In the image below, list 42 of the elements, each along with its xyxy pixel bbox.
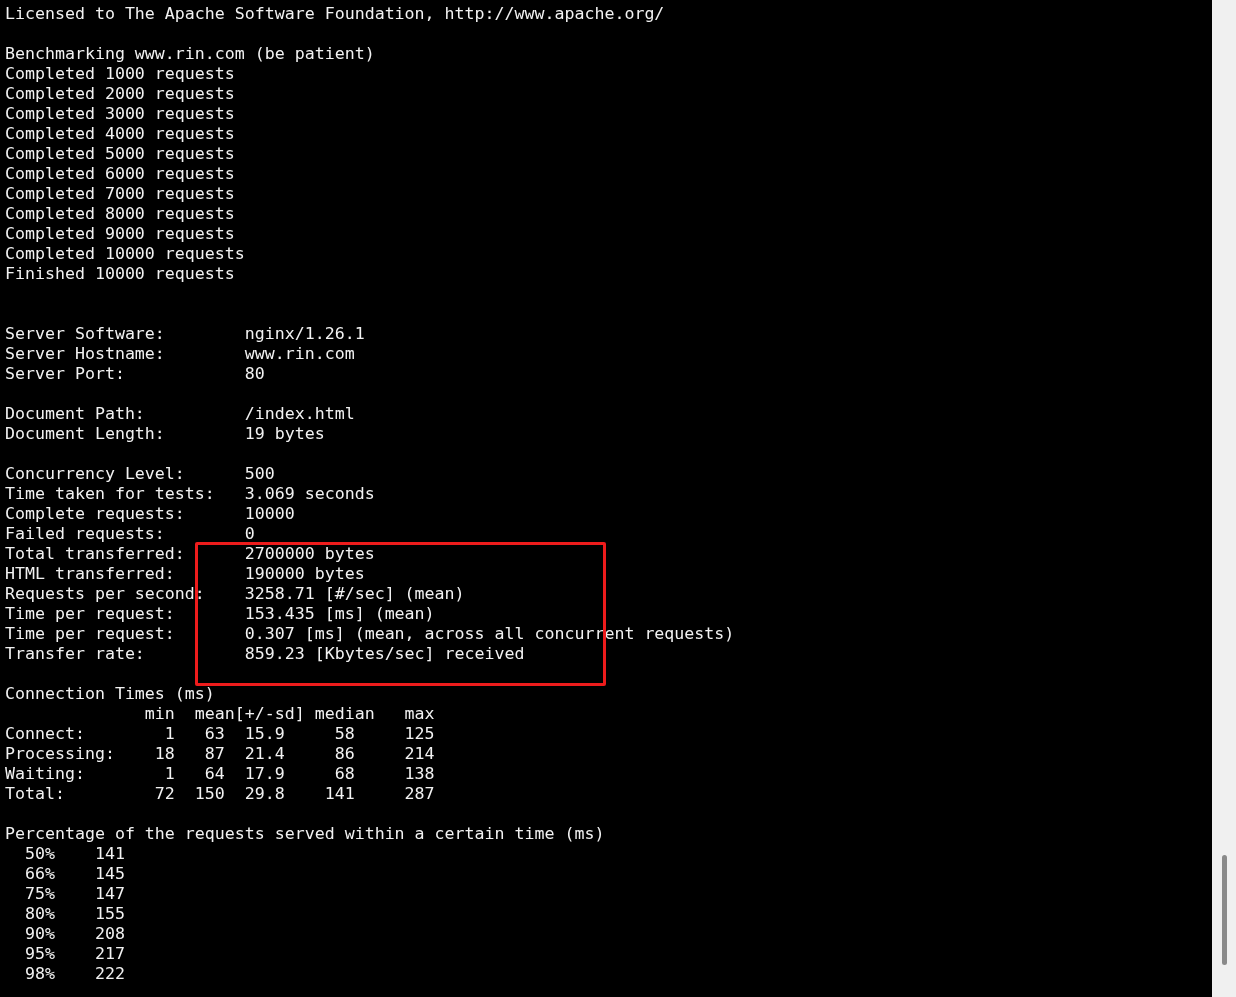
terminal-line: Document Length: 19 bytes (5, 424, 326, 444)
terminal-line: Server Hostname: www.rin.com (5, 344, 356, 364)
terminal-line: Failed requests: 0 (5, 524, 256, 544)
terminal-line: Benchmarking www.rin.com (be patient) (5, 44, 376, 64)
scrollbar[interactable] (1212, 0, 1236, 997)
terminal-line: 90% 208 (23, 924, 126, 944)
terminal-line: Completed 8000 requests (5, 204, 236, 224)
terminal-line: Completed 6000 requests (5, 164, 236, 184)
terminal-line: Completed 3000 requests (5, 104, 236, 124)
terminal-line: Concurrency Level: 500 (5, 464, 276, 484)
terminal-line: Total: 72 150 29.8 141 287 (5, 784, 436, 804)
terminal-line: Complete requests: 10000 (5, 504, 296, 524)
terminal-line: Connect: 1 63 15.9 58 125 (5, 724, 436, 744)
terminal-line: Server Port: 80 (5, 364, 266, 384)
terminal-line: 98% 222 (23, 964, 126, 984)
terminal-line: Connection Times (ms) (5, 684, 216, 704)
terminal-line: Completed 1000 requests (5, 64, 236, 84)
terminal-line: Completed 5000 requests (5, 144, 236, 164)
terminal-line: HTML transferred: 190000 bytes (5, 564, 366, 584)
terminal-line: Completed 10000 requests (5, 244, 246, 264)
terminal-line: min mean[+/-sd] median max (143, 704, 436, 724)
terminal-line: 95% 217 (23, 944, 126, 964)
terminal-line: 80% 155 (23, 904, 126, 924)
terminal-line: Document Path: /index.html (5, 404, 356, 424)
terminal-line: 50% 141 (23, 844, 126, 864)
terminal-line: Time per request: 153.435 [ms] (mean) (5, 604, 436, 624)
terminal-line: Transfer rate: 859.23 [Kbytes/sec] received (5, 644, 526, 664)
terminal-line: Processing: 18 87 21.4 86 214 (5, 744, 436, 764)
terminal-line: Completed 9000 requests (5, 224, 236, 244)
terminal-line: 75% 147 (23, 884, 126, 904)
terminal-line: Total transferred: 2700000 bytes (5, 544, 376, 564)
terminal-line: Completed 4000 requests (5, 124, 236, 144)
terminal-line: Completed 7000 requests (5, 184, 236, 204)
scrollbar-thumb[interactable] (1222, 855, 1227, 965)
terminal-line: Finished 10000 requests (5, 264, 236, 284)
terminal-line: Time taken for tests: 3.069 seconds (5, 484, 376, 504)
terminal-line: 66% 145 (23, 864, 126, 884)
terminal-line: Licensed to The Apache Software Foundation, http://www.apache.org/ (5, 4, 666, 24)
terminal-line: Percentage of the requests served within a certain time (ms) (5, 824, 606, 844)
terminal-line: Server Software: nginx/1.26.1 (5, 324, 366, 344)
terminal-line: Completed 2000 requests (5, 84, 236, 104)
terminal-line: Waiting: 1 64 17.9 68 138 (5, 764, 436, 784)
